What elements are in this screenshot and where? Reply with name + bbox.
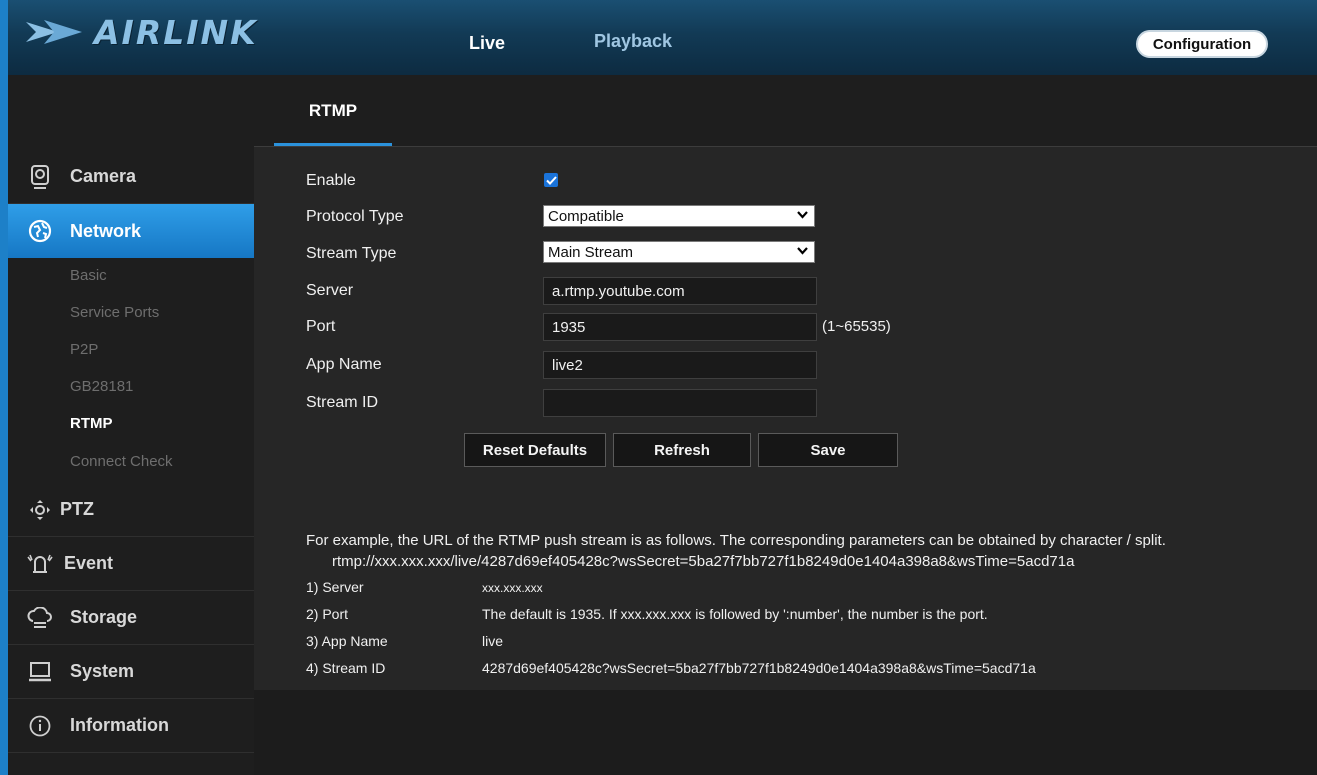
reset-defaults-button[interactable]: Reset Defaults: [464, 433, 606, 467]
example-intro-text: For example, the URL of the RTMP push st…: [306, 532, 1166, 549]
example-app-name-label: 3) App Name: [306, 633, 388, 649]
protocol-type-value: Compatible: [548, 207, 624, 225]
example-server-label: 1) Server: [306, 579, 364, 595]
example-url-text: rtmp://xxx.xxx.xxx/live/4287d69ef405428c…: [332, 553, 1075, 570]
stream-id-label: Stream ID: [306, 394, 379, 411]
example-port-label: 2) Port: [306, 606, 349, 622]
port-range-hint: (1~65535): [822, 318, 891, 335]
nav-live[interactable]: Live: [469, 33, 505, 54]
save-button[interactable]: Save: [758, 433, 898, 467]
chevron-down-icon: [797, 247, 808, 255]
sidebar-subitem-p2p[interactable]: P2P: [70, 341, 98, 358]
enable-checkbox[interactable]: [544, 173, 558, 187]
sidebar: Camera Network Basic Service Ports P2P G…: [8, 75, 266, 775]
ptz-arrows-icon: [26, 496, 54, 524]
sidebar-item-information[interactable]: Information: [8, 699, 254, 753]
stream-id-input[interactable]: [543, 389, 817, 417]
port-input[interactable]: 1935: [543, 313, 817, 341]
sidebar-item-label: Information: [70, 715, 169, 735]
server-label: Server: [306, 282, 354, 299]
stream-type-value: Main Stream: [548, 243, 634, 261]
stream-type-select[interactable]: Main Stream: [543, 241, 815, 263]
protocol-type-select[interactable]: Compatible: [543, 205, 815, 227]
sidebar-item-event[interactable]: Event: [8, 537, 254, 591]
sidebar-item-label: Camera: [70, 166, 137, 186]
sidebar-item-label: Network: [70, 220, 142, 241]
tab-bar: RTMP: [254, 75, 1317, 147]
sidebar-item-ptz[interactable]: PTZ: [8, 483, 254, 537]
checkmark-icon: [545, 175, 557, 185]
example-stream-id-label: 4) Stream ID: [306, 660, 386, 676]
sidebar-item-label: Storage: [70, 607, 138, 627]
logo-text: AIRLINK: [94, 12, 258, 52]
info-icon: [26, 712, 54, 740]
stream-type-label: Stream Type: [306, 245, 397, 262]
example-server-value: xxx.xxx.xxx: [482, 581, 543, 595]
airlink-logo: AIRLINK: [24, 12, 258, 52]
protocol-type-label: Protocol Type: [306, 208, 404, 225]
sidebar-item-system[interactable]: System: [8, 645, 254, 699]
sidebar-item-storage[interactable]: Storage: [8, 591, 254, 645]
camera-icon: [26, 163, 54, 191]
sidebar-subitem-basic[interactable]: Basic: [70, 267, 107, 284]
airlink-bird-icon: [26, 20, 82, 44]
tab-rtmp[interactable]: RTMP: [274, 75, 392, 147]
example-app-name-value: live: [482, 633, 504, 649]
sidebar-item-label: PTZ: [60, 499, 94, 519]
cloud-storage-icon: [26, 604, 54, 632]
example-port-value: The default is 1935. If xxx.xxx.xxx is f…: [482, 606, 988, 622]
port-label: Port: [306, 318, 336, 335]
globe-network-icon: [26, 217, 54, 245]
configuration-button[interactable]: Configuration: [1136, 30, 1268, 58]
sidebar-item-label: Event: [64, 553, 114, 573]
app-name-input[interactable]: live2: [543, 351, 817, 379]
example-stream-id-value: 4287d69ef405428c?wsSecret=5ba27f7bb727f1…: [482, 660, 1036, 676]
main-panel: RTMP Enable Protocol Type Compatible Str…: [254, 75, 1317, 690]
left-edge-strip: [0, 0, 8, 775]
app-name-label: App Name: [306, 356, 382, 373]
sidebar-subitem-rtmp[interactable]: RTMP: [70, 415, 113, 432]
sidebar-subitem-gb28181[interactable]: GB28181: [70, 378, 133, 395]
alarm-bell-icon: [26, 550, 54, 578]
sidebar-item-network[interactable]: Network: [8, 204, 266, 258]
top-header: AIRLINK Live Playback Configuration: [8, 0, 1317, 75]
sidebar-item-label: System: [70, 661, 135, 681]
server-input[interactable]: a.rtmp.youtube.com: [543, 277, 817, 305]
refresh-button[interactable]: Refresh: [613, 433, 751, 467]
sidebar-subitem-service-ports[interactable]: Service Ports: [70, 304, 159, 321]
tab-active-underline: [274, 143, 392, 146]
chevron-down-icon: [797, 211, 808, 219]
laptop-system-icon: [26, 658, 54, 686]
tab-label: RTMP: [308, 101, 358, 120]
sidebar-subitem-connect-check[interactable]: Connect Check: [70, 453, 173, 470]
nav-playback[interactable]: Playback: [594, 31, 672, 52]
enable-label: Enable: [306, 172, 356, 189]
sidebar-item-camera[interactable]: Camera: [8, 150, 254, 204]
